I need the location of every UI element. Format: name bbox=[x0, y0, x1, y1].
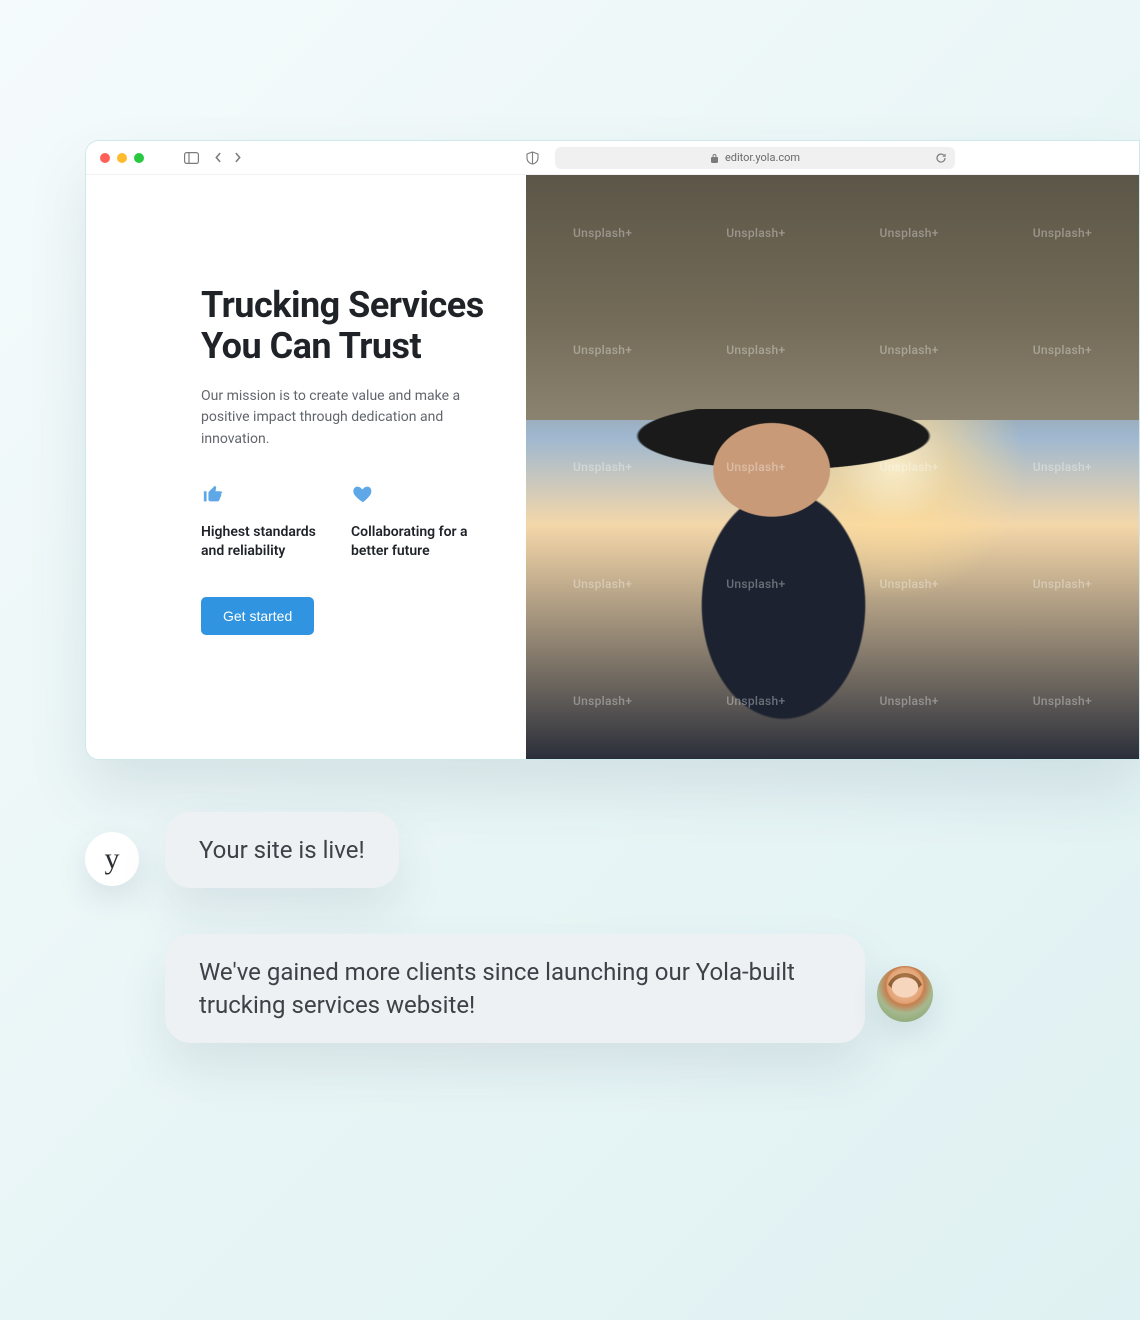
maximize-window-button[interactable] bbox=[134, 153, 144, 163]
close-window-button[interactable] bbox=[100, 153, 110, 163]
sidebar-toggle-icon[interactable] bbox=[184, 152, 199, 164]
chat-message-text: We've gained more clients since launchin… bbox=[199, 958, 795, 1018]
chat-thread: y Your site is live! We've gained more c… bbox=[85, 812, 935, 1043]
site-preview: Trucking Services You Can Trust Our miss… bbox=[86, 175, 1139, 759]
hero-left-column: Trucking Services You Can Trust Our miss… bbox=[86, 175, 526, 759]
privacy-shield-icon[interactable] bbox=[526, 151, 539, 165]
url-text: editor.yola.com bbox=[725, 151, 800, 164]
back-button[interactable] bbox=[213, 152, 224, 163]
window-controls bbox=[100, 153, 144, 163]
minimize-window-button[interactable] bbox=[117, 153, 127, 163]
thumbs-up-icon bbox=[201, 483, 321, 509]
address-bar[interactable]: editor.yola.com bbox=[555, 147, 955, 169]
user-avatar bbox=[877, 966, 933, 1022]
hero-image: Unsplash+ Unsplash+ Unsplash+ Unsplash+ … bbox=[526, 175, 1139, 759]
feature-title: Highest standards and reliability bbox=[201, 523, 321, 561]
feature-standards: Highest standards and reliability bbox=[201, 483, 321, 561]
chat-message-user: We've gained more clients since launchin… bbox=[165, 934, 865, 1043]
hero-subtitle: Our mission is to create value and make … bbox=[201, 386, 461, 451]
chat-message-yola: Your site is live! bbox=[165, 812, 399, 888]
feature-collaboration: Collaborating for a better future bbox=[351, 483, 471, 561]
chat-message-text: Your site is live! bbox=[199, 836, 365, 864]
feature-row: Highest standards and reliability Collab… bbox=[201, 483, 496, 561]
lock-icon bbox=[710, 153, 719, 163]
browser-toolbar: editor.yola.com bbox=[86, 141, 1139, 175]
truck-driver-photo bbox=[526, 175, 1139, 759]
reload-button[interactable] bbox=[935, 152, 947, 164]
browser-window: editor.yola.com Trucking Services You Ca… bbox=[85, 140, 1140, 760]
feature-title: Collaborating for a better future bbox=[351, 523, 471, 561]
get-started-button[interactable]: Get started bbox=[201, 597, 314, 635]
hero-title: Trucking Services You Can Trust bbox=[201, 285, 496, 368]
brand-avatar-initial: y bbox=[105, 842, 120, 876]
forward-button[interactable] bbox=[232, 152, 243, 163]
brand-avatar: y bbox=[85, 832, 139, 886]
heart-icon bbox=[351, 483, 471, 509]
